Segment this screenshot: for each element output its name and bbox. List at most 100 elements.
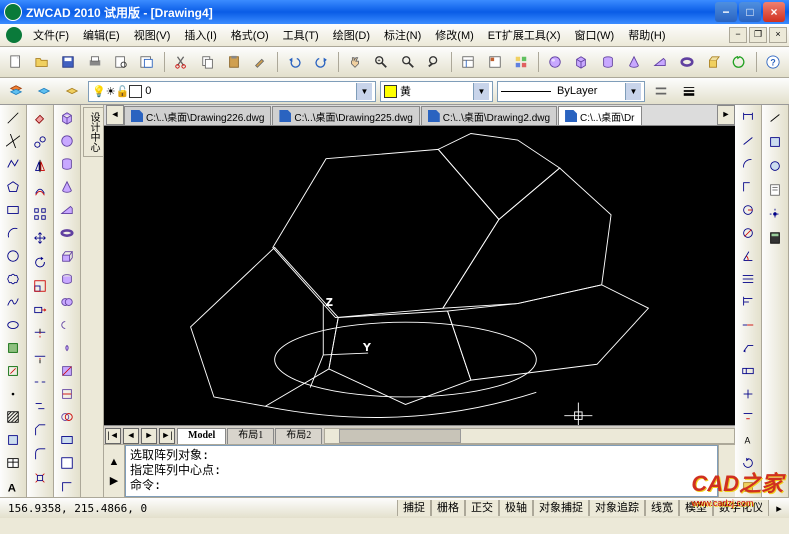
status-toggle[interactable]: 捕捉: [397, 500, 431, 516]
sheet-tab[interactable]: 布局2: [275, 428, 322, 444]
fillet-button[interactable]: [29, 443, 51, 465]
dimension-edit-button[interactable]: [737, 407, 759, 428]
sheet-tab[interactable]: Model: [177, 428, 226, 444]
status-toggle[interactable]: 正交: [465, 500, 499, 516]
mdi-restore-button[interactable]: ❐: [749, 27, 767, 43]
3d-solid-wedge-button[interactable]: [56, 199, 78, 220]
3d-setup-view-button[interactable]: [56, 430, 78, 451]
dimension-diameter-button[interactable]: [737, 222, 759, 243]
solid-wedge-button[interactable]: [649, 50, 672, 74]
dimension-aligned-button[interactable]: [737, 130, 759, 151]
sheet-prev-button[interactable]: ◄: [123, 428, 139, 444]
revision-cloud-button[interactable]: [2, 268, 24, 289]
properties-button[interactable]: [457, 50, 480, 74]
file-tab[interactable]: C:\..\桌面\Drawing225.dwg: [272, 106, 419, 125]
copy-object-button[interactable]: [29, 131, 51, 153]
trim-button[interactable]: [29, 323, 51, 345]
match-properties-button[interactable]: [249, 50, 272, 74]
arc-button[interactable]: [2, 222, 24, 243]
print-preview-button[interactable]: [109, 50, 132, 74]
polygon-button[interactable]: [2, 176, 24, 197]
redo-button[interactable]: [309, 50, 332, 74]
pan-button[interactable]: [343, 50, 366, 74]
offset-button[interactable]: [29, 179, 51, 201]
status-toggle[interactable]: 栅格: [431, 500, 465, 516]
massprop-button[interactable]: [764, 155, 786, 177]
status-toggle[interactable]: 线宽: [645, 500, 679, 516]
mdi-close-button[interactable]: ×: [769, 27, 787, 43]
explode-button[interactable]: [29, 467, 51, 489]
3d-solid-sphere-button[interactable]: [56, 130, 78, 151]
window-maximize-button[interactable]: □: [739, 2, 761, 22]
dimension-radius-button[interactable]: [737, 199, 759, 220]
new-button[interactable]: [4, 50, 27, 74]
solid-cylinder-button[interactable]: [596, 50, 619, 74]
3d-extrude-button[interactable]: [56, 245, 78, 266]
region-button[interactable]: [2, 430, 24, 451]
menu-e[interactable]: 编辑(E): [76, 28, 127, 44]
undo-button[interactable]: [283, 50, 306, 74]
status-toggle[interactable]: 数字化仪: [713, 500, 769, 516]
rotate-button[interactable]: [29, 251, 51, 273]
insert-block-button[interactable]: [2, 338, 24, 359]
dimension-leader-button[interactable]: [737, 338, 759, 359]
menu-n[interactable]: 标注(N): [377, 28, 428, 44]
solid-extrude-button[interactable]: [701, 50, 724, 74]
mtext-button[interactable]: A: [2, 476, 24, 497]
status-toggle[interactable]: 对象追踪: [589, 500, 645, 516]
find-button[interactable]: [135, 50, 158, 74]
array-button[interactable]: [29, 203, 51, 225]
filetab-scroll-left[interactable]: ◄: [106, 105, 124, 125]
lineweight-button[interactable]: [677, 79, 701, 103]
status-toggle[interactable]: 极轴: [499, 500, 533, 516]
sheet-tab[interactable]: 布局1: [227, 428, 274, 444]
design-center-button[interactable]: [483, 50, 506, 74]
layer-state-button[interactable]: [32, 79, 56, 103]
solid-box-button[interactable]: [570, 50, 593, 74]
menu-i[interactable]: 插入(I): [177, 28, 223, 44]
circle-button[interactable]: [2, 245, 24, 266]
3d-revolve-button[interactable]: [56, 268, 78, 289]
3d-subtract-button[interactable]: [56, 315, 78, 336]
scale-button[interactable]: [29, 275, 51, 297]
layer-properties-button[interactable]: [4, 79, 28, 103]
3d-solid-cylinder-button[interactable]: [56, 153, 78, 174]
spline-button[interactable]: [2, 292, 24, 313]
color-dropdown[interactable]: 黄 ▼: [380, 81, 493, 102]
mirror-button[interactable]: [29, 155, 51, 177]
solid-torus-button[interactable]: [675, 50, 698, 74]
3d-setup-drawing-button[interactable]: [56, 453, 78, 474]
cut-button[interactable]: [170, 50, 193, 74]
dimension-linear-button[interactable]: [737, 107, 759, 128]
cmd-history-up-button[interactable]: ▲: [105, 453, 123, 471]
sheet-first-button[interactable]: |◄: [105, 428, 121, 444]
point-button[interactable]: [2, 384, 24, 405]
rectangle-button[interactable]: [2, 199, 24, 220]
extend-button[interactable]: [29, 347, 51, 369]
3d-slice-button[interactable]: [56, 361, 78, 382]
dimension-update-button[interactable]: [737, 453, 759, 474]
layer-prev-button[interactable]: [60, 79, 84, 103]
break-button[interactable]: [29, 371, 51, 393]
linetype-manager-button[interactable]: [649, 79, 673, 103]
menu-t[interactable]: 工具(T): [276, 28, 326, 44]
tool-palettes-button[interactable]: [509, 50, 532, 74]
file-tab[interactable]: C:\..\桌面\Drawing2.dwg: [421, 106, 557, 125]
dimension-continue-button[interactable]: [737, 315, 759, 336]
properties-panel-tab[interactable]: 设计中心: [83, 107, 104, 157]
dimension-arc-button[interactable]: [737, 153, 759, 174]
command-window[interactable]: 选取阵列对象: 指定阵列中心点: 命令:: [125, 445, 718, 497]
menu-h[interactable]: 帮助(H): [621, 28, 672, 44]
layer-dropdown[interactable]: 💡 ☀ 🔓 0 ▼: [88, 81, 376, 102]
command-scrollbar[interactable]: [718, 445, 735, 497]
sheet-next-button[interactable]: ►: [141, 428, 157, 444]
cmd-history-down-button[interactable]: ▶: [105, 471, 123, 489]
window-minimize-button[interactable]: −: [715, 2, 737, 22]
calc-button[interactable]: [764, 227, 786, 249]
region-solid-button[interactable]: [56, 107, 78, 128]
3d-setup-profile-button[interactable]: [56, 476, 78, 497]
menu-f[interactable]: 文件(F): [26, 28, 76, 44]
zoom-previous-button[interactable]: [422, 50, 445, 74]
horizontal-scrollbar[interactable]: [324, 428, 735, 444]
3d-interfere-button[interactable]: [56, 407, 78, 428]
